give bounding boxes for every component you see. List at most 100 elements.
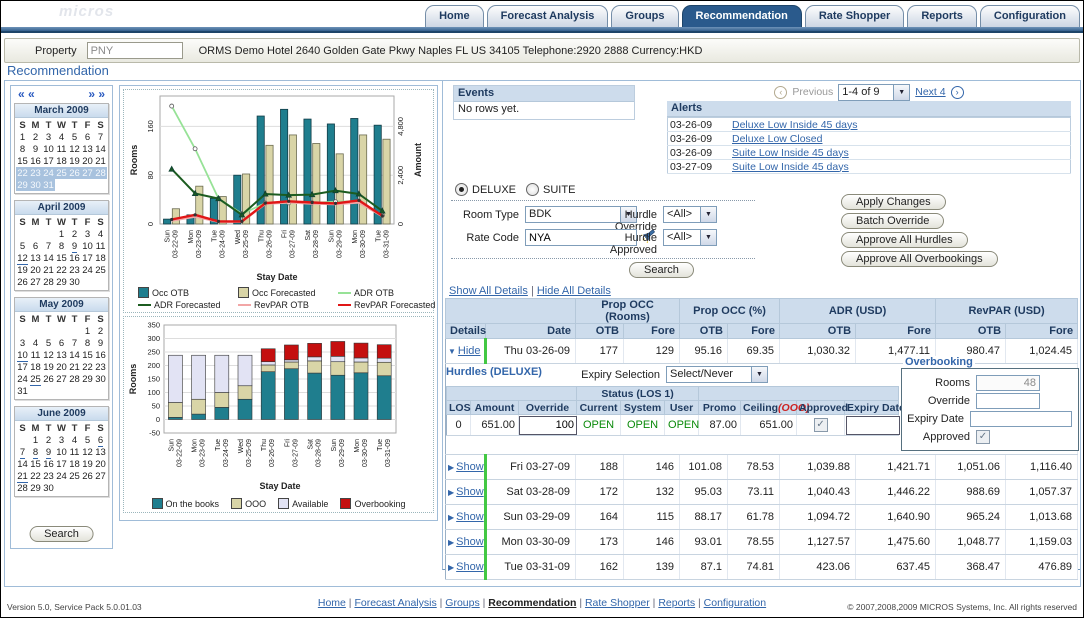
calendar-day[interactable]: 20: [81, 155, 94, 167]
tab-forecast-analysis[interactable]: Forecast Analysis: [487, 5, 609, 27]
calendar-day[interactable]: 10: [42, 143, 55, 155]
tab-recommendation[interactable]: Recommendation: [682, 5, 802, 27]
calendar-day[interactable]: 22: [16, 167, 29, 179]
calendar-day[interactable]: 26: [81, 470, 94, 482]
calendar-day[interactable]: 19: [81, 458, 94, 470]
calendar-day[interactable]: 21: [94, 155, 107, 167]
hurdle-approved-select[interactable]: <All> ▼: [663, 229, 717, 246]
calendar-day[interactable]: 1: [16, 131, 29, 143]
calendar-day[interactable]: 21: [16, 470, 29, 482]
alert-link[interactable]: Suite Low Inside 45 days: [732, 161, 849, 173]
suite-radio[interactable]: [526, 183, 539, 196]
calendar-day[interactable]: 27: [29, 276, 42, 288]
calendar-day[interactable]: 9: [29, 143, 42, 155]
batch-override-button[interactable]: Batch Override: [841, 213, 944, 229]
calendar-day[interactable]: 1: [29, 434, 42, 446]
calendar-day[interactable]: 23: [94, 361, 107, 373]
calendar-day[interactable]: 10: [55, 446, 68, 458]
detail-search-button[interactable]: Search: [629, 262, 694, 278]
calendar-day[interactable]: 7: [94, 131, 107, 143]
calendar-day[interactable]: 31: [42, 179, 55, 191]
calendar-day[interactable]: 6: [81, 131, 94, 143]
calendar-day[interactable]: 6: [55, 337, 68, 349]
show-details-link[interactable]: Show: [456, 536, 484, 548]
calendar-day[interactable]: 13: [29, 252, 42, 264]
calendar-day[interactable]: 23: [42, 470, 55, 482]
calendar-day[interactable]: 2: [94, 325, 107, 337]
calendar-search-button[interactable]: Search: [29, 526, 94, 542]
hurdle-expiry-date-input[interactable]: [846, 416, 900, 435]
calendar-day[interactable]: 27: [94, 470, 107, 482]
calendar-day[interactable]: 7: [16, 446, 29, 458]
calendar-day[interactable]: 11: [55, 143, 68, 155]
footer-link-reports[interactable]: Reports: [658, 597, 695, 609]
calendar-day[interactable]: 24: [16, 373, 29, 385]
calendar-day[interactable]: 26: [42, 373, 55, 385]
calendar-day[interactable]: 8: [55, 240, 68, 252]
tab-reports[interactable]: Reports: [907, 5, 977, 27]
calendar-day[interactable]: 2: [42, 434, 55, 446]
calendar-day[interactable]: 4: [94, 228, 107, 240]
calendar-day[interactable]: 12: [16, 252, 29, 264]
calendar-day[interactable]: 18: [29, 361, 42, 373]
calendar-day[interactable]: 25: [55, 167, 68, 179]
calendar-day[interactable]: 29: [81, 373, 94, 385]
apply-changes-button[interactable]: Apply Changes: [841, 194, 946, 210]
alert-link[interactable]: Suite Low Inside 45 days: [732, 147, 849, 159]
calendar-day[interactable]: 18: [55, 155, 68, 167]
calendar-day[interactable]: 14: [68, 349, 81, 361]
calendar-day[interactable]: 5: [81, 434, 94, 446]
calendar-day[interactable]: 14: [42, 252, 55, 264]
calendar-day[interactable]: 15: [55, 252, 68, 264]
hurdle-override-select[interactable]: <All> ▼: [663, 206, 717, 223]
next-page-icon[interactable]: ›: [951, 86, 964, 99]
calendar-day[interactable]: 11: [94, 240, 107, 252]
calendar-day[interactable]: 29: [55, 276, 68, 288]
hurdle-override-input[interactable]: [519, 416, 577, 435]
calendar-day[interactable]: 6: [29, 240, 42, 252]
calendar-day[interactable]: 25: [68, 470, 81, 482]
overbooking-expiry-input[interactable]: [970, 411, 1072, 427]
hide-all-details-link[interactable]: Hide All Details: [537, 285, 611, 297]
calendar-day[interactable]: 21: [68, 361, 81, 373]
property-input[interactable]: [87, 42, 183, 59]
calendar-day[interactable]: 3: [55, 434, 68, 446]
calendar-prev-icon[interactable]: « «: [18, 87, 35, 101]
calendar-day[interactable]: 28: [16, 482, 29, 494]
calendar-day[interactable]: 18: [68, 458, 81, 470]
calendar-day[interactable]: 2: [68, 228, 81, 240]
calendar-next-icon[interactable]: » »: [88, 87, 105, 101]
calendar-day[interactable]: 21: [42, 264, 55, 276]
next-page-link[interactable]: Next 4: [915, 86, 945, 98]
calendar-day[interactable]: 1: [55, 228, 68, 240]
calendar-day[interactable]: 5: [16, 240, 29, 252]
calendar-day[interactable]: 20: [55, 361, 68, 373]
approve-all-overbookings-button[interactable]: Approve All Overbookings: [841, 251, 998, 267]
calendar-day[interactable]: 29: [16, 179, 29, 191]
calendar-day[interactable]: 14: [16, 458, 29, 470]
calendar-day[interactable]: 9: [68, 240, 81, 252]
calendar-day[interactable]: 16: [29, 155, 42, 167]
calendar-day[interactable]: 8: [81, 337, 94, 349]
alert-link[interactable]: Deluxe Low Inside 45 days: [732, 119, 858, 131]
alert-link[interactable]: Deluxe Low Closed: [732, 133, 822, 145]
hide-details-link[interactable]: Hide: [458, 345, 481, 357]
footer-link-forecast-analysis[interactable]: Forecast Analysis: [354, 597, 436, 609]
calendar-day[interactable]: 1: [81, 325, 94, 337]
calendar-day[interactable]: 19: [42, 361, 55, 373]
calendar-day[interactable]: 9: [94, 337, 107, 349]
tab-groups[interactable]: Groups: [611, 5, 678, 27]
overbooking-override-input[interactable]: [976, 393, 1040, 409]
calendar-day[interactable]: 4: [68, 434, 81, 446]
calendar-day[interactable]: 20: [29, 264, 42, 276]
calendar-day[interactable]: 4: [55, 131, 68, 143]
calendar-day[interactable]: 13: [81, 143, 94, 155]
calendar-day[interactable]: 16: [42, 458, 55, 470]
tab-rate-shopper[interactable]: Rate Shopper: [805, 5, 905, 27]
calendar-day[interactable]: 27: [81, 167, 94, 179]
calendar-day[interactable]: 17: [42, 155, 55, 167]
calendar-day[interactable]: 30: [42, 482, 55, 494]
calendar-day[interactable]: 31: [16, 385, 29, 397]
calendar-day[interactable]: 20: [94, 458, 107, 470]
expiry-selection-select[interactable]: Select/Never ▼: [666, 366, 768, 383]
